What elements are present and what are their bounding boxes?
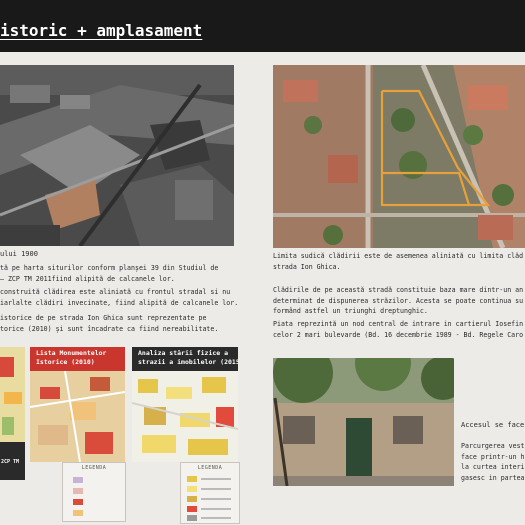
text-line: Parcurgerea vest bbox=[461, 442, 525, 450]
text-line: Clădirile de pe această stradă constitui… bbox=[273, 286, 524, 294]
legend-swatch bbox=[187, 486, 197, 492]
aerial-photo-drawing bbox=[0, 65, 234, 246]
map-condition-label: Analiza stării fizice a strazii a imobil… bbox=[138, 349, 238, 366]
legend-swatch bbox=[73, 488, 83, 494]
text-line: determinat de dispunerea străzilor. Aces… bbox=[273, 296, 524, 305]
map-monuments-label: Lista Monumentelor Istorice (2010) bbox=[36, 349, 107, 366]
legend-swatch bbox=[73, 510, 83, 516]
right-paragraph-1: Clădirile de pe această stradă constitui… bbox=[273, 285, 523, 317]
map-zcp: 2CP TM bbox=[0, 347, 25, 480]
text-line: Piata reprezintă un nod central de intra… bbox=[273, 320, 524, 328]
map-monuments-legend: LEGENDA bbox=[62, 462, 126, 522]
access-text: Parcurgerea vest face printr-un h la cur… bbox=[461, 441, 525, 483]
legend-swatch bbox=[73, 477, 83, 483]
facade-drawing bbox=[273, 358, 454, 486]
legend-line bbox=[201, 517, 231, 519]
text-line: face printr-un h bbox=[461, 452, 525, 461]
legend-title: LEGENDA bbox=[81, 465, 107, 471]
text-line: la curtea interi bbox=[461, 463, 525, 472]
legend-swatch bbox=[187, 496, 197, 502]
legend-swatch bbox=[187, 506, 197, 512]
legend-line bbox=[201, 498, 231, 500]
legend-line bbox=[201, 508, 231, 510]
map-monuments-list: Lista Monumentelor Istorice (2010) bbox=[30, 347, 125, 462]
right-photo-caption: Limita sudică clădirii este de asemenea … bbox=[273, 251, 523, 272]
access-title: Accesul se face bbox=[461, 421, 525, 429]
text-line: strada Ion Ghica. bbox=[273, 262, 341, 271]
text-line: iarlalte clădiri invecinate, fiind alipi… bbox=[0, 298, 239, 307]
legend-title: LEGENDA bbox=[197, 465, 223, 471]
legend-swatch bbox=[187, 515, 197, 521]
aerial-photo-1900 bbox=[0, 65, 234, 246]
left-paragraph-3: istorice de pe strada Ion Ghica sunt rep… bbox=[0, 313, 218, 334]
left-paragraph-1: tă pe harta siturilor conform planșei 39… bbox=[0, 263, 218, 284]
right-paragraph-2: Piata reprezintă un nod central de intra… bbox=[273, 319, 523, 340]
legend-line bbox=[201, 478, 231, 480]
legend-swatch bbox=[73, 499, 83, 505]
legend-swatch bbox=[187, 476, 197, 482]
text-line: torice (2010) și sunt încadrate ca fiind… bbox=[0, 324, 219, 333]
building-facade-photo bbox=[273, 358, 454, 486]
left-paragraph-2: construită clădirea este aliniată cu fro… bbox=[0, 287, 238, 308]
text-line: celor 2 mari bulevarde (Bd. 16 decembrie… bbox=[273, 330, 524, 339]
text-line: Limita sudică clădirii este de asemenea … bbox=[273, 252, 524, 260]
text-line: formând astfel un triunghi dreptunghic. bbox=[273, 307, 428, 316]
map-condition-legend: LEGENDA bbox=[180, 462, 240, 524]
text-line: tă pe harta siturilor conform planșei 39… bbox=[0, 264, 219, 272]
map-zcp-label: 2CP TM bbox=[1, 459, 20, 465]
text-line: istorice de pe strada Ion Ghica sunt rep… bbox=[0, 314, 207, 322]
legend-line bbox=[201, 488, 231, 490]
photo-caption-year: ului 1900 bbox=[0, 250, 38, 258]
text-line: construită clădirea este aliniată cu fro… bbox=[0, 288, 231, 296]
text-line: gasesc in partea bbox=[461, 473, 525, 482]
map-physical-condition: Analiza stării fizice a strazii a imobil… bbox=[132, 347, 238, 462]
text-line: – ZCP TM 2011fiind alipită de calcanele … bbox=[0, 274, 175, 283]
aerial-site-photo bbox=[273, 65, 525, 248]
aerial-site-drawing bbox=[273, 65, 525, 248]
page-title: istoric + amplasament bbox=[0, 21, 203, 40]
